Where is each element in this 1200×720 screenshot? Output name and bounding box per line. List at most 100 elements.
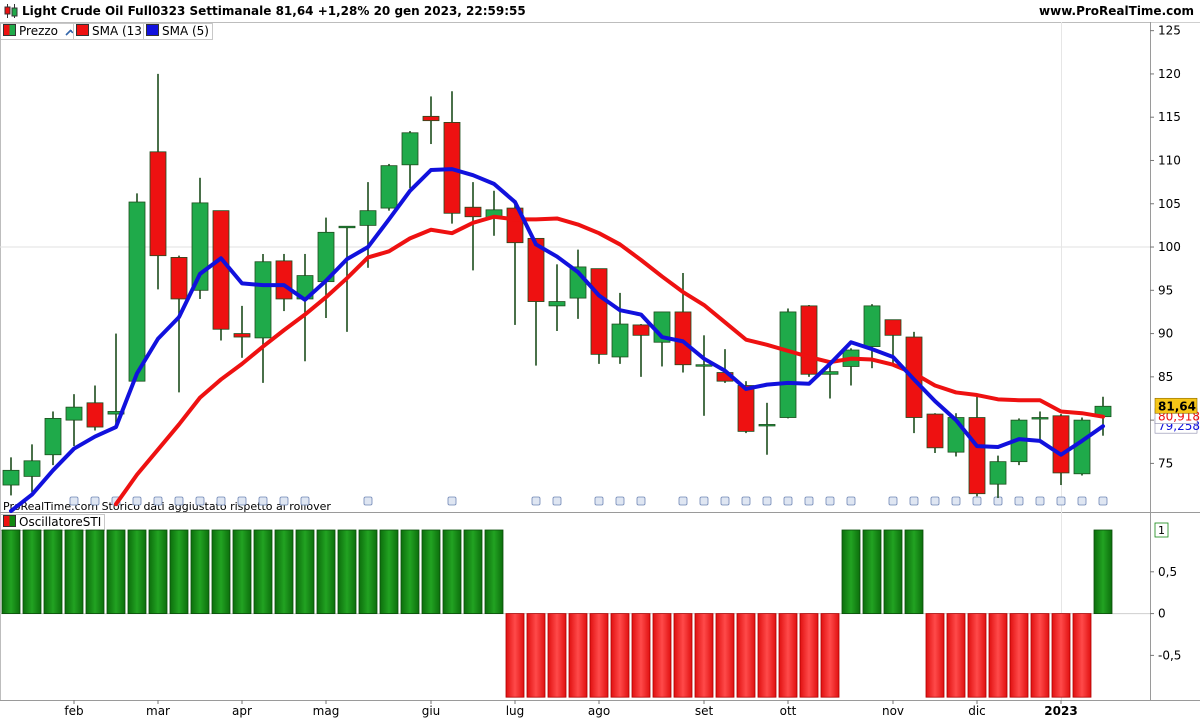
candle-body xyxy=(548,301,566,307)
oscillator-bar xyxy=(148,529,168,614)
oscillator-bar xyxy=(967,613,987,698)
candlestick-chart-icon xyxy=(4,4,18,18)
candle-body xyxy=(212,210,230,330)
title-bar: Light Crude Oil Full0323 Settimanale 81,… xyxy=(0,0,1200,23)
oscillator-bar xyxy=(610,613,630,698)
month-tick-label: ott xyxy=(780,704,797,718)
event-marker-icon xyxy=(741,496,751,506)
month-tick-label: set xyxy=(695,704,714,718)
moving-averages xyxy=(9,167,1105,513)
oscillator-bar xyxy=(379,529,399,614)
month-tick-label: lug xyxy=(506,704,525,718)
oscillator-bar xyxy=(442,529,462,614)
last-price-badge-text: 81,64 xyxy=(1158,399,1196,413)
oscillator-tick-label: 0 xyxy=(1158,607,1166,621)
oscillator-bar xyxy=(988,613,1008,698)
legend-sma5-label: SMA (5) xyxy=(162,24,209,38)
candle-body xyxy=(2,469,20,486)
candle-body xyxy=(359,210,377,226)
candle-body xyxy=(464,206,482,218)
oscillator-bar xyxy=(358,529,378,614)
event-marker-icon xyxy=(846,496,856,506)
osc-badge-box xyxy=(1154,522,1169,538)
oscillator-bar xyxy=(505,613,525,698)
event-marker-icon xyxy=(678,496,688,506)
event-marker-icon xyxy=(993,496,1003,506)
event-marker-icon xyxy=(1077,496,1087,506)
oscillator-bar xyxy=(715,613,735,698)
event-marker-icon xyxy=(699,496,709,506)
oscillator-bar xyxy=(64,529,84,614)
candle-body xyxy=(800,305,818,375)
event-marker-icon xyxy=(930,496,940,506)
sma5-swatch-icon xyxy=(146,24,159,36)
oscillator-bar xyxy=(1051,613,1071,698)
candle-body xyxy=(170,257,188,300)
candle-body xyxy=(296,275,314,300)
oscillator-bar xyxy=(421,529,441,614)
oscillator-bar xyxy=(841,529,861,614)
price-tick-label: 75 xyxy=(1158,456,1173,470)
oscillator-bar xyxy=(694,613,714,698)
oscillator-bar xyxy=(526,613,546,698)
oscillator-bar xyxy=(253,529,273,614)
legend-price[interactable]: Prezzo xyxy=(0,23,80,40)
candle-body xyxy=(674,311,692,366)
candle-body xyxy=(1031,417,1049,420)
candle-body xyxy=(485,209,503,219)
candle-body xyxy=(527,237,545,302)
event-marker-icon xyxy=(447,496,457,506)
month-tick-label: mag xyxy=(313,704,340,718)
price-tick-label: 105 xyxy=(1158,197,1181,211)
candle-body xyxy=(317,231,335,283)
event-marker-icon xyxy=(762,496,772,506)
candle-body xyxy=(926,413,944,449)
candle-body xyxy=(842,349,860,367)
candle-body xyxy=(275,260,293,300)
oscillator-bar xyxy=(1093,529,1113,614)
legend-sma13[interactable]: SMA (13) xyxy=(73,23,151,40)
legend-sma5[interactable]: SMA (5) xyxy=(143,23,213,40)
candle-body xyxy=(632,324,650,336)
event-marker-icon xyxy=(552,496,562,506)
oscillator-bar xyxy=(463,529,483,614)
value-badges: 79,25880,91881,64 1 xyxy=(1154,397,1200,538)
oscillator-bar xyxy=(799,613,819,698)
event-marker-icon xyxy=(615,496,625,506)
candle-body xyxy=(884,319,902,336)
sma5-badge-text: 79,258 xyxy=(1158,419,1200,433)
event-marker-icon xyxy=(1014,496,1024,506)
month-tick-label: 2023 xyxy=(1044,704,1077,718)
oscillator-bar xyxy=(757,613,777,698)
oscillator-bar xyxy=(211,529,231,614)
price-swatch-icon xyxy=(3,24,16,36)
candle-body xyxy=(653,311,671,343)
site-url[interactable]: www.ProRealTime.com xyxy=(1039,4,1194,18)
legend-oscillator[interactable]: OscillatoreSTI xyxy=(0,514,106,531)
event-marker-icon xyxy=(909,496,919,506)
candle-body xyxy=(569,266,587,299)
chart-canvas[interactable]: 75 85 90 95 100 105 110 115 120 125 0,5 0 -0,5 feb mar… xyxy=(0,0,1200,720)
month-tick-label: ago xyxy=(588,704,610,718)
candle-body xyxy=(107,411,125,415)
chart-frame xyxy=(0,22,1151,701)
candle-body xyxy=(968,417,986,495)
sma13-badge-text: 80,918 xyxy=(1158,410,1200,424)
candle-body xyxy=(779,311,797,418)
candle-body xyxy=(233,333,251,338)
oscillator-bar xyxy=(925,613,945,698)
month-tick-label: feb xyxy=(64,704,83,718)
oscillator-tick-label: 0,5 xyxy=(1158,565,1177,579)
oscillator-bar xyxy=(1030,613,1050,698)
oscillator-bar xyxy=(1,529,21,614)
candle-body xyxy=(128,201,146,382)
candle-body xyxy=(506,207,524,244)
oscillator-bar xyxy=(652,613,672,698)
oscillator-bar xyxy=(295,529,315,614)
candle-body xyxy=(380,165,398,209)
price-tick-label: 115 xyxy=(1158,110,1181,124)
oscillator-bar xyxy=(547,613,567,698)
candle-body xyxy=(863,305,881,347)
candle-body xyxy=(1073,419,1091,475)
event-marker-icon xyxy=(972,496,982,506)
